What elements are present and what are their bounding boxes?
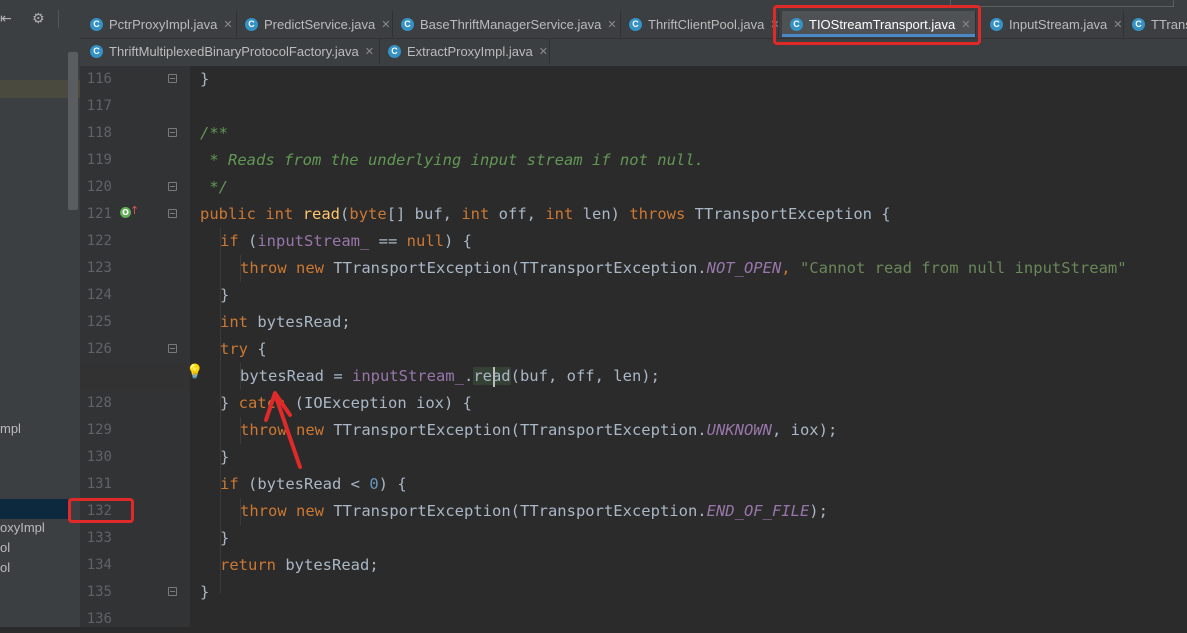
tab-thrift-client-pool[interactable]: C ThriftClientPool.java ✕ — [621, 11, 779, 37]
tree-item[interactable]: ol — [0, 558, 68, 578]
line-number: 124 — [86, 287, 112, 303]
code-line-121: public int read(byte[] buf, int off, int… — [200, 205, 891, 223]
code-editor[interactable]: } /** * Reads from the underlying input … — [190, 66, 1187, 627]
line-number: 125 — [86, 314, 112, 330]
tab-label: ThriftClientPool.java — [648, 16, 765, 32]
class-icon: C — [90, 17, 103, 31]
gear-icon[interactable]: ⚙ — [32, 12, 45, 26]
line-number: 129 — [86, 422, 112, 438]
fold-marker[interactable] — [168, 74, 177, 83]
tab-base-thrift-manager-service[interactable]: C BaseThriftManagerService.java ✕ — [393, 11, 621, 37]
line-number: 119 — [86, 152, 112, 168]
fold-marker[interactable] — [168, 344, 177, 353]
tab-pctr-proxy-impl[interactable]: C PctrProxyImpl.java ✕ — [82, 11, 237, 37]
tree-item[interactable]: mpl — [0, 419, 68, 439]
code-line-132: throw new TTransportException(TTransport… — [240, 502, 828, 520]
code-line-135: } — [200, 583, 210, 601]
class-icon: C — [401, 17, 414, 31]
class-icon: C — [388, 44, 401, 58]
fold-marker[interactable] — [168, 209, 177, 218]
editor-gutter: 116 117 118 119 120 121 122 123 124 125 … — [80, 66, 190, 627]
line-number: 122 — [86, 233, 112, 249]
code-line-127: bytesRead = inputStream_.read(buf, off, … — [240, 367, 660, 385]
tab-label: TTrans — [1151, 16, 1187, 32]
text-caret — [493, 367, 495, 387]
code-line-128: } catch (IOException iox) { — [220, 394, 472, 412]
code-line-124: } — [220, 286, 230, 304]
line-number: 116 — [86, 71, 112, 87]
project-toolbar: ⇤ ⚙ — [0, 0, 80, 38]
close-icon[interactable]: ✕ — [365, 45, 374, 58]
line-number: 128 — [86, 395, 112, 411]
line-number: 130 — [86, 449, 112, 465]
tab-label: BaseThriftManagerService.java — [420, 16, 602, 32]
project-tree-panel: mpl oxyImpl ol ol — [0, 38, 80, 627]
code-line-118: /** — [200, 124, 228, 142]
line-number: 133 — [86, 530, 112, 546]
line-number: 123 — [86, 260, 112, 276]
line-number: 135 — [86, 584, 112, 600]
tab-thrift-multiplexed-binary-protocol-factory[interactable]: C ThriftMultiplexedBinaryProtocolFactory… — [82, 38, 380, 64]
tab-label: PctrProxyImpl.java — [109, 16, 218, 32]
class-icon: C — [90, 44, 103, 58]
class-icon: C — [245, 17, 258, 31]
class-icon: C — [990, 17, 1003, 31]
tree-item[interactable]: oxyImpl — [0, 518, 68, 538]
line-number: 121 — [86, 206, 112, 222]
line-132-annotation-box — [68, 498, 134, 523]
tree-scrollbar[interactable] — [68, 52, 78, 210]
fold-marker[interactable] — [168, 587, 177, 596]
lightbulb-icon[interactable]: 💡 — [186, 364, 203, 380]
tab-ttransport[interactable]: C TTrans — [1124, 11, 1187, 37]
close-icon[interactable]: ✕ — [223, 18, 232, 31]
line-number: 131 — [86, 476, 112, 492]
run-config-dropdown[interactable] — [950, 0, 1174, 7]
close-icon[interactable]: ✕ — [381, 18, 390, 31]
line-number: 120 — [86, 179, 112, 195]
tab-label: InputStream.java — [1009, 16, 1108, 32]
fold-marker[interactable] — [168, 182, 177, 191]
close-icon[interactable]: ✕ — [607, 18, 616, 31]
tab-label: ExtractProxyImpl.java — [407, 43, 533, 59]
code-line-120: */ — [200, 178, 228, 196]
collapse-icon[interactable]: ⇤ — [0, 12, 12, 26]
code-line-126: try { — [220, 340, 267, 358]
line-number: 126 — [86, 341, 112, 357]
close-icon[interactable]: ✕ — [1113, 18, 1122, 31]
line-number: 118 — [86, 125, 112, 141]
active-tab-annotation-box — [773, 5, 981, 45]
tree-item-selected[interactable] — [0, 499, 68, 519]
tab-label: ThriftMultiplexedBinaryProtocolFactory.j… — [109, 43, 359, 59]
code-line-131: if (bytesRead < 0) { — [220, 475, 407, 493]
tab-input-stream[interactable]: C InputStream.java ✕ — [982, 11, 1124, 37]
fold-marker[interactable] — [168, 128, 177, 137]
code-line-123: throw new TTransportException(TTransport… — [240, 259, 1127, 277]
class-icon: C — [629, 17, 642, 31]
line-number: 117 — [86, 98, 112, 114]
close-icon[interactable]: ✕ — [539, 45, 548, 58]
arrow-up-icon: ↑ — [130, 204, 140, 217]
code-line-125: int bytesRead; — [220, 313, 351, 331]
code-line-134: return bytesRead; — [220, 556, 379, 574]
code-line-133: } — [220, 529, 230, 547]
code-line-116: } — [200, 70, 210, 88]
line-number: 134 — [86, 557, 112, 573]
editor-tab-bar: C PctrProxyImpl.java ✕ C PredictService.… — [80, 0, 1187, 66]
tab-label: PredictService.java — [264, 16, 376, 32]
toolbar-divider — [58, 10, 59, 28]
tab-predict-service[interactable]: C PredictService.java ✕ — [237, 11, 393, 37]
tab-row-divider — [80, 38, 1187, 39]
code-line-119: * Reads from the underlying input stream… — [200, 151, 704, 169]
tree-item[interactable]: ol — [0, 538, 68, 558]
code-line-130: } — [220, 448, 230, 466]
tab-extract-proxy-impl[interactable]: C ExtractProxyImpl.java ✕ — [380, 38, 550, 64]
line-number: 136 — [86, 611, 112, 627]
code-line-129: throw new TTransportException(TTransport… — [240, 421, 838, 439]
code-line-122: if (inputStream_ == null) { — [220, 232, 472, 250]
class-icon: C — [1132, 17, 1145, 31]
